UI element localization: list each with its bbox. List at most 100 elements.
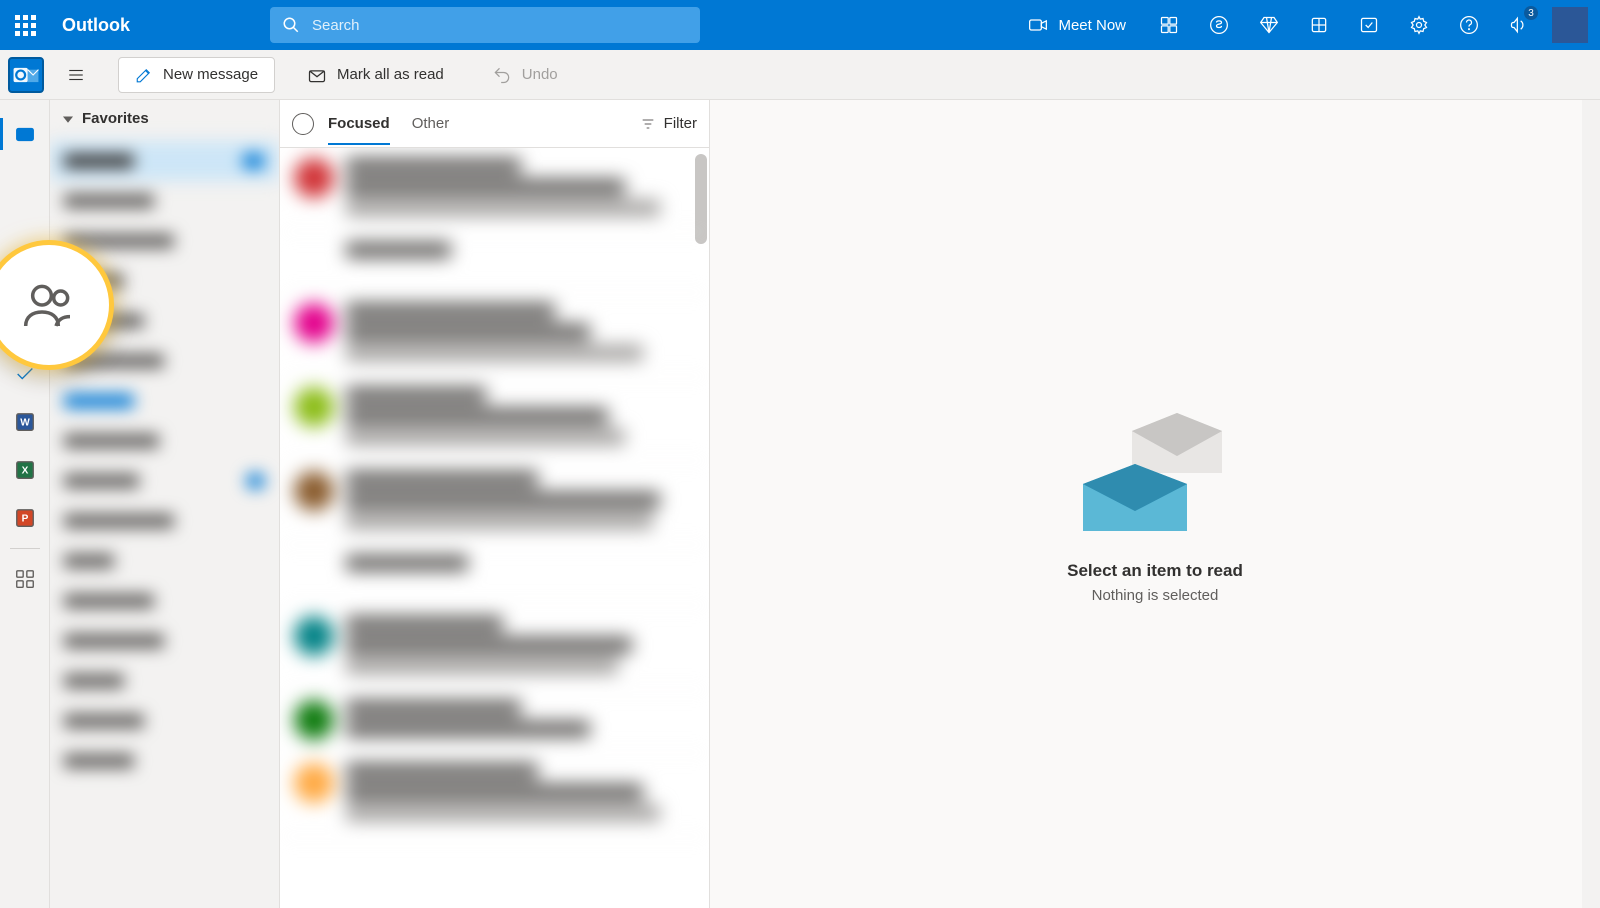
favorites-section-header[interactable]: Favorites (50, 100, 279, 137)
folder-row[interactable] (50, 701, 279, 741)
excel-icon: X (14, 459, 36, 481)
skype-button[interactable] (1194, 0, 1244, 50)
addins-button[interactable] (1294, 0, 1344, 50)
window-scrollbar[interactable] (1582, 100, 1600, 908)
gear-icon (1409, 15, 1429, 35)
message-item[interactable] (280, 148, 709, 232)
message-item[interactable] (280, 690, 709, 753)
apps-icon (14, 568, 36, 590)
filter-label: Filter (664, 115, 697, 132)
tab-focused[interactable]: Focused (328, 103, 390, 144)
filter-icon (640, 116, 656, 132)
rail-divider (10, 548, 40, 549)
folder-row[interactable] (50, 541, 279, 581)
inbox-tabs: Focused Other (328, 103, 449, 144)
mail-read-icon (307, 65, 327, 85)
folder-row[interactable] (50, 741, 279, 781)
compose-icon (135, 66, 153, 84)
help-button[interactable] (1444, 0, 1494, 50)
svg-text:W: W (20, 418, 30, 429)
account-avatar[interactable] (1552, 7, 1588, 43)
search-icon (282, 16, 300, 34)
new-message-label: New message (163, 66, 258, 83)
word-icon: W (14, 411, 36, 433)
folder-list-blurred (50, 137, 279, 785)
filter-button[interactable]: Filter (640, 115, 697, 132)
notification-badge: 3 (1524, 6, 1538, 20)
message-item[interactable] (280, 377, 709, 461)
svg-text:X: X (21, 466, 28, 477)
folder-pane: Favorites (50, 100, 280, 908)
search-container (270, 7, 700, 43)
select-all-checkbox[interactable] (292, 113, 314, 135)
folder-row[interactable] (50, 661, 279, 701)
rail-excel[interactable]: X (0, 446, 50, 494)
message-item[interactable] (280, 753, 709, 837)
empty-state-title: Select an item to read (1067, 561, 1243, 581)
teams-icon (1159, 15, 1179, 35)
nav-toggle-button[interactable] (56, 55, 96, 95)
hamburger-icon (67, 66, 85, 84)
folder-row[interactable] (50, 461, 279, 501)
tab-other[interactable]: Other (412, 103, 450, 144)
message-item[interactable] (280, 232, 709, 293)
reading-pane: Select an item to read Nothing is select… (710, 100, 1600, 908)
mark-all-read-label: Mark all as read (337, 66, 444, 83)
rail-word[interactable]: W (0, 398, 50, 446)
rail-powerpoint[interactable]: P (0, 494, 50, 542)
teams-button[interactable] (1144, 0, 1194, 50)
message-scroll[interactable] (280, 148, 709, 908)
undo-button[interactable]: Undo (476, 50, 574, 100)
header-right-actions: Meet Now 3 (1010, 0, 1600, 50)
main-area: W X P Favorites (0, 100, 1600, 908)
meet-now-button[interactable]: Meet Now (1010, 15, 1144, 35)
new-message-button[interactable]: New message (118, 57, 275, 93)
rail-more-apps[interactable] (0, 555, 50, 603)
skype-icon (1209, 15, 1229, 35)
brand-label: Outlook (50, 15, 170, 36)
folder-row[interactable] (50, 501, 279, 541)
left-rail: W X P (0, 100, 50, 908)
message-item[interactable] (280, 545, 709, 606)
chevron-down-icon (62, 113, 74, 125)
undo-icon (492, 65, 512, 85)
mail-icon (14, 123, 36, 145)
message-list-pane: Focused Other Filter (280, 100, 710, 908)
todo-button[interactable] (1344, 0, 1394, 50)
diamond-icon (1259, 15, 1279, 35)
undo-label: Undo (522, 66, 558, 83)
premium-button[interactable] (1244, 0, 1294, 50)
settings-button[interactable] (1394, 0, 1444, 50)
rail-mail[interactable] (0, 110, 50, 158)
help-icon (1459, 15, 1479, 35)
app-header: Outlook Meet Now (0, 0, 1600, 50)
search-input[interactable] (312, 17, 688, 34)
people-icon (21, 277, 77, 333)
folder-row[interactable] (50, 141, 279, 181)
command-toolbar: New message Mark all as read Undo (0, 50, 1600, 100)
empty-state-illustration (1075, 405, 1235, 545)
message-item[interactable] (280, 606, 709, 690)
search-box[interactable] (270, 7, 700, 43)
folder-row[interactable] (50, 581, 279, 621)
app-launcher-button[interactable] (0, 0, 50, 50)
message-item[interactable] (280, 293, 709, 377)
folder-row[interactable] (50, 381, 279, 421)
waffle-icon (15, 15, 36, 36)
folder-row[interactable] (50, 621, 279, 661)
favorites-label: Favorites (82, 110, 149, 127)
folder-row[interactable] (50, 181, 279, 221)
empty-state-subtitle: Nothing is selected (1092, 587, 1219, 604)
video-icon (1028, 15, 1048, 35)
message-item[interactable] (280, 461, 709, 545)
message-list-blurred (280, 148, 709, 837)
outlook-logo (8, 57, 44, 93)
message-list-header: Focused Other Filter (280, 100, 709, 148)
folder-row[interactable] (50, 421, 279, 461)
todo-icon (1359, 15, 1379, 35)
powerpoint-icon: P (14, 507, 36, 529)
notifications-button[interactable]: 3 (1494, 0, 1544, 50)
meet-now-label: Meet Now (1058, 17, 1126, 34)
mark-all-read-button[interactable]: Mark all as read (291, 50, 460, 100)
lightbulb-icon (1309, 15, 1329, 35)
